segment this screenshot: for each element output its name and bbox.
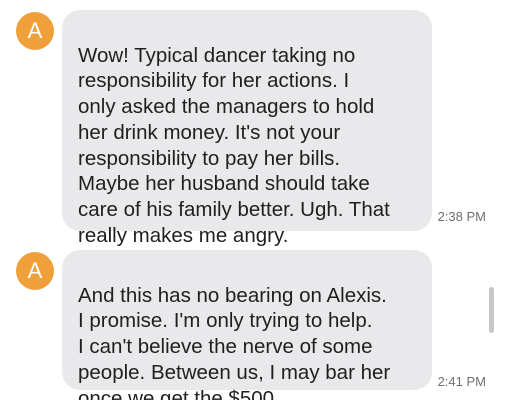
scrollbar-thumb[interactable]	[489, 287, 494, 333]
message-text: Wow! Typical dancer taking no responsibi…	[78, 43, 390, 247]
contact-avatar[interactable]: A	[16, 12, 54, 50]
message-thread: A Wow! Typical dancer taking no responsi…	[0, 0, 507, 400]
message-text: And this has no bearing on Alexis. I pro…	[78, 283, 391, 400]
avatar-letter: A	[27, 258, 43, 283]
avatar-letter: A	[27, 18, 43, 43]
message-bubble[interactable]: And this has no bearing on Alexis. I pro…	[62, 250, 432, 400]
message-bubble[interactable]: Wow! Typical dancer taking no responsibi…	[62, 10, 432, 247]
message-timestamp: 2:38 PM	[437, 209, 486, 224]
contact-avatar[interactable]: A	[16, 252, 54, 290]
message-timestamp: 2:41 PM	[437, 374, 486, 389]
